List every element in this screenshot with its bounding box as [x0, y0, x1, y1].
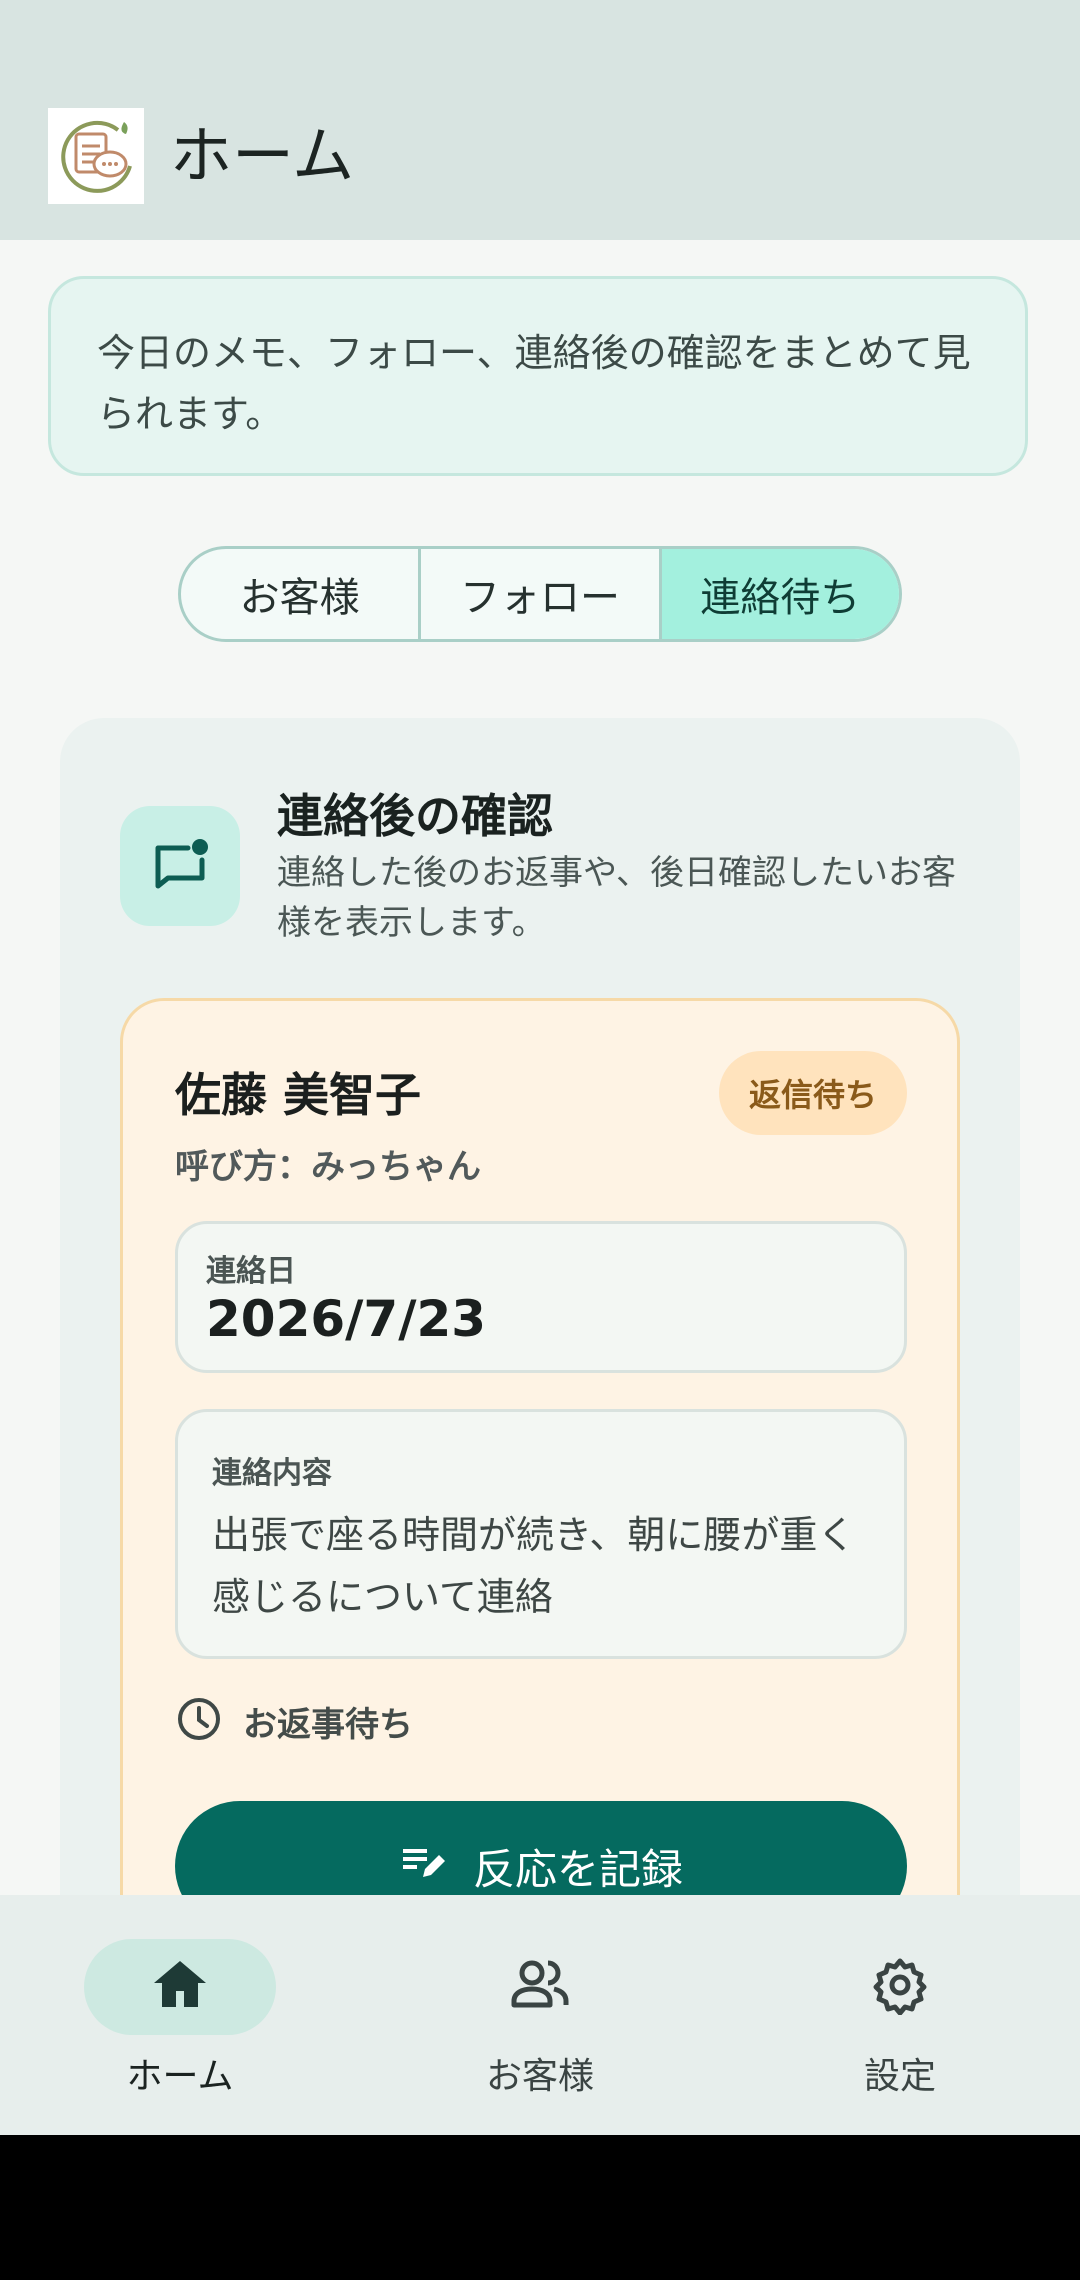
- clock-icon: [175, 1695, 223, 1747]
- contact-content-value: 出張で座る時間が続き、朝に腰が重く感じるについて連絡: [212, 1513, 856, 1619]
- page-title: ホーム: [170, 119, 355, 192]
- home-icon: [150, 1955, 210, 2019]
- nav-customers-label: お客様: [485, 2056, 594, 2097]
- intro-text: 今日のメモ、フォロー、連絡後の確認をまとめて見られます。: [97, 331, 971, 436]
- app-logo: [48, 108, 144, 204]
- record-response-label: 反応を記録: [472, 1844, 683, 1894]
- nav-home-label: ホーム: [126, 2056, 234, 2097]
- chat-notification-icon: [120, 806, 240, 926]
- edit-note-icon: [399, 1837, 447, 1895]
- section-description: 連絡した後のお返事や、後日確認したいお客様を表示します。: [277, 853, 956, 943]
- home-screen: ホーム 今日のメモ、フォロー、連絡後の確認をまとめて見られます。 お客様 フォロ…: [0, 0, 1080, 2135]
- contact-content-label: 連絡内容: [212, 1456, 332, 1491]
- customer-nickname: 呼び方：みっちゃん: [175, 1147, 481, 1187]
- nav-settings[interactable]: 設定: [780, 1939, 1020, 2099]
- tab-follow[interactable]: フォロー: [418, 549, 658, 639]
- customer-name: 佐藤 美智子: [175, 1068, 422, 1122]
- contact-content-field: 連絡内容 出張で座る時間が続き、朝に腰が重く感じるについて連絡: [175, 1409, 907, 1659]
- contact-date-field: 連絡日 2026/7/23: [175, 1221, 907, 1373]
- app-bar: ホーム: [0, 0, 1080, 240]
- section-title: 連絡後の確認: [277, 789, 553, 843]
- waiting-status-row: お返事待ち: [175, 1695, 413, 1747]
- nav-home[interactable]: ホーム: [60, 1939, 300, 2099]
- people-icon: [508, 1955, 572, 2019]
- nav-customers[interactable]: お客様: [420, 1939, 660, 2099]
- intro-card: 今日のメモ、フォロー、連絡後の確認をまとめて見られます。: [48, 276, 1028, 476]
- segmented-tabs: お客様 フォロー 連絡待ち: [178, 546, 902, 642]
- status-badge: 返信待ち: [718, 1051, 907, 1135]
- contact-date-label: 連絡日: [206, 1254, 296, 1289]
- nav-settings-label: 設定: [863, 2056, 936, 2097]
- tab-awaiting-contact[interactable]: 連絡待ち: [658, 549, 899, 639]
- tab-customers[interactable]: お客様: [181, 549, 418, 639]
- waiting-status-text: お返事待ち: [243, 1704, 413, 1745]
- bottom-navigation: ホーム お客様 設定: [0, 1895, 1080, 2135]
- contact-date-value: 2026/7/23: [206, 1290, 487, 1348]
- gear-icon: [870, 1955, 930, 2019]
